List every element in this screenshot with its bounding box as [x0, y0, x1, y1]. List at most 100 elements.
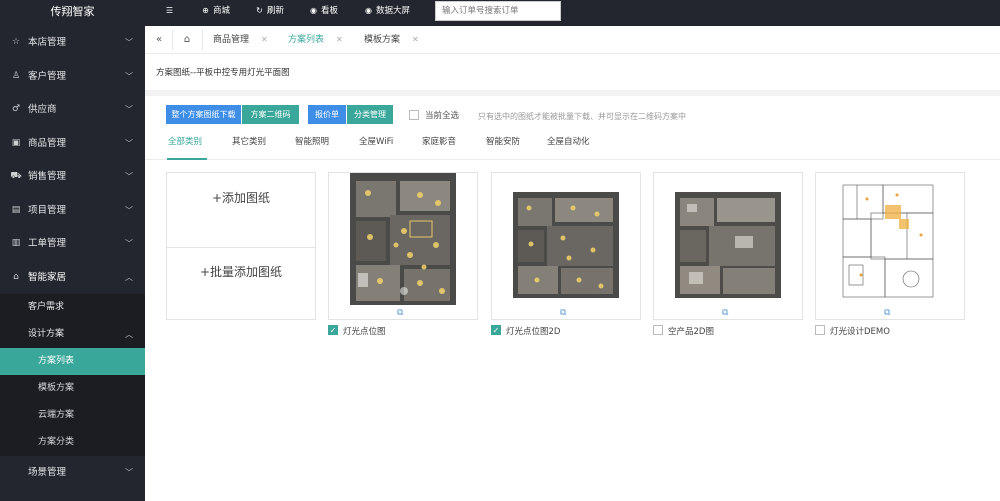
- card-checkbox[interactable]: ✓: [491, 325, 501, 335]
- home-icon: ☆: [11, 37, 21, 47]
- order-search-input[interactable]: [435, 1, 561, 21]
- select-all-checkbox[interactable]: [409, 110, 419, 120]
- mall-button[interactable]: ⊕ 商城: [201, 0, 230, 22]
- dashboard-button[interactable]: ◉ 看板: [309, 0, 338, 22]
- eye-icon: ◉: [310, 6, 317, 15]
- close-icon[interactable]: ✕: [261, 35, 268, 44]
- topbar: ☰ ⊕ 商城 ↻ 刷新 ◉ 看板 ◉ 数据大屏: [145, 0, 1000, 26]
- sidebar-item-design-plan[interactable]: 设计方案 ︿: [0, 321, 145, 348]
- bigscreen-button[interactable]: ◉ 数据大屏: [364, 0, 410, 22]
- drawing-card[interactable]: ⧉: [328, 172, 478, 320]
- male-icon: ♂: [11, 104, 21, 114]
- double-chevron-left-icon: «: [155, 34, 163, 45]
- link-icon[interactable]: ⧉: [560, 308, 566, 318]
- quote-button[interactable]: 报价单: [308, 105, 346, 124]
- batch-add-drawing-button[interactable]: +批量添加图纸: [167, 248, 315, 322]
- sidebar-item-customers[interactable]: ♙ 客户管理 ﹀: [0, 60, 145, 94]
- drawing-card[interactable]: ⧉: [815, 172, 965, 320]
- link-icon[interactable]: ⧉: [722, 308, 728, 318]
- menu-toggle-button[interactable]: ☰: [165, 0, 177, 22]
- collapse-tabs-button[interactable]: «: [148, 26, 170, 54]
- download-all-button[interactable]: 整个方案图纸下载: [166, 105, 241, 124]
- sidebar-item-smarthome[interactable]: ⌂ 智能家居 ︿: [0, 261, 145, 295]
- sidebar-item-scene[interactable]: 场景管理 ﹀: [0, 456, 145, 490]
- drawing-card[interactable]: ⧉: [491, 172, 641, 320]
- card-label: 灯光点位图: [343, 327, 386, 337]
- category-tab-other[interactable]: 其它类别: [232, 135, 266, 147]
- close-icon[interactable]: ✕: [412, 35, 419, 44]
- chevron-down-icon: ﹀: [125, 138, 133, 148]
- sidebar-item-workorders[interactable]: ▥ 工单管理 ﹀: [0, 227, 145, 261]
- divider: [145, 159, 1000, 160]
- eye-icon: ◉: [365, 6, 372, 15]
- card-checkbox[interactable]: [653, 325, 663, 335]
- cart-icon: ⛟: [10, 171, 22, 181]
- tab-bar: « ⌂ 商品管理 ✕ 方案列表 ✕ 模板方案 ✕: [145, 26, 1000, 54]
- sidebar-item-label: 商品管理: [28, 137, 67, 149]
- sidebar-item-products[interactable]: ▣ 商品管理 ﹀: [0, 127, 145, 161]
- refresh-button[interactable]: ↻ 刷新: [255, 0, 284, 22]
- sidebar-item-template-plan[interactable]: 模板方案: [0, 375, 145, 402]
- category-manage-button[interactable]: 分类管理: [347, 105, 393, 124]
- tab-plan-list[interactable]: 方案列表 ✕: [288, 26, 343, 54]
- sidebar-item-cloud-plan[interactable]: 云端方案: [0, 402, 145, 429]
- sidebar-item-label: 供应商: [28, 104, 57, 115]
- tab-label: 商品管理: [213, 35, 250, 45]
- sidebar-item-projects[interactable]: ▤ 项目管理 ﹀: [0, 194, 145, 228]
- category-tab-lighting[interactable]: 智能照明: [295, 135, 329, 147]
- card-checkbox[interactable]: ✓: [328, 325, 338, 335]
- tab-label: 模板方案: [364, 35, 401, 45]
- bigscreen-label: 数据大屏: [376, 6, 411, 16]
- sidebar-item-label: 智能家居: [28, 271, 67, 283]
- chevron-down-icon: ﹀: [125, 71, 133, 81]
- category-tab-automation[interactable]: 全屋自动化: [547, 135, 590, 147]
- add-drawing-button[interactable]: +添加图纸: [167, 173, 315, 247]
- home-icon: ⌂: [183, 34, 191, 45]
- drawing-card[interactable]: ⧉: [653, 172, 803, 320]
- sidebar-item-customer-demand[interactable]: 客户需求: [0, 294, 145, 321]
- floorplan-thumbnail[interactable]: [350, 173, 456, 305]
- refresh-label: 刷新: [267, 6, 285, 16]
- sidebar-item-sales[interactable]: ⛟ 销售管理 ﹀: [0, 160, 145, 194]
- home-tab[interactable]: ⌂: [176, 26, 198, 54]
- sidebar-item-label: 销售管理: [28, 171, 67, 182]
- category-tab-wifi[interactable]: 全屋WiFi: [359, 135, 393, 147]
- card-label: 空产品2D图: [668, 327, 714, 337]
- select-all-label: 当前全选: [425, 111, 460, 121]
- tab-products[interactable]: 商品管理 ✕: [213, 26, 268, 54]
- divider: [202, 30, 203, 50]
- category-tab-all[interactable]: 全部类别: [168, 135, 202, 147]
- close-icon[interactable]: ✕: [336, 35, 343, 44]
- sidebar-item-label: 场景管理: [28, 467, 67, 478]
- sidebar-item-label: 工单管理: [28, 238, 67, 249]
- sidebar-item-plan-category[interactable]: 方案分类: [0, 429, 145, 456]
- active-tab-indicator: [167, 158, 207, 160]
- floorplan-thumbnail[interactable]: [837, 175, 943, 305]
- chevron-down-icon: ﹀: [125, 105, 133, 114]
- add-drawing-panel: +添加图纸 +批量添加图纸: [166, 172, 316, 320]
- smarthome-icon: ⌂: [13, 271, 19, 282]
- user-icon: ♙: [11, 70, 21, 81]
- dashboard-label: 看板: [321, 6, 339, 16]
- card-checkbox[interactable]: [815, 325, 825, 335]
- tab-template-plan[interactable]: 模板方案 ✕: [364, 26, 419, 54]
- floorplan-thumbnail[interactable]: [675, 192, 781, 298]
- smarthome-submenu: 客户需求 设计方案 ︿ 方案列表 模板方案 云端方案 方案分类: [0, 294, 145, 456]
- globe-icon: ⊕: [202, 6, 209, 15]
- sidebar-item-label: 客户管理: [28, 70, 67, 82]
- hamburger-icon: ☰: [165, 6, 174, 15]
- order-icon: ▥: [11, 238, 21, 248]
- sidebar-item-supplier[interactable]: ♂ 供应商 ﹀: [0, 93, 145, 127]
- link-icon[interactable]: ⧉: [884, 308, 890, 318]
- category-tab-security[interactable]: 智能安防: [486, 135, 520, 147]
- link-icon[interactable]: ⧉: [397, 308, 403, 318]
- brand-title: 传翔智家: [0, 0, 145, 26]
- mall-label: 商城: [213, 6, 231, 16]
- floorplan-thumbnail[interactable]: [513, 192, 619, 298]
- category-tab-media[interactable]: 家庭影音: [422, 135, 456, 147]
- sidebar-item-store[interactable]: ☆ 本店管理 ﹀: [0, 26, 145, 60]
- sidebar-item-plan-list[interactable]: 方案列表: [0, 348, 145, 375]
- page-title: 方案图纸--平板中控专用灯光平面图: [156, 68, 290, 78]
- qrcode-button[interactable]: 方案二维码: [242, 105, 299, 124]
- chevron-down-icon: ﹀: [125, 468, 133, 477]
